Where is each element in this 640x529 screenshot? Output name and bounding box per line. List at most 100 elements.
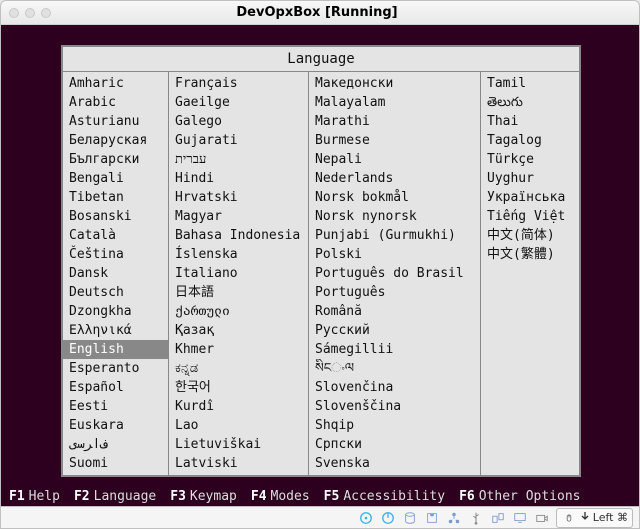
network-icon[interactable] xyxy=(446,510,462,526)
language-item[interactable]: 中文(繁體) xyxy=(481,245,579,264)
host-key-indicator[interactable]: Left ⌘ xyxy=(556,508,633,528)
language-item[interactable]: Ελληνικά xyxy=(63,321,168,340)
language-item[interactable]: English xyxy=(63,340,168,359)
language-item[interactable]: Burmese xyxy=(309,131,480,150)
language-item[interactable]: Hindi xyxy=(169,169,308,188)
language-item[interactable]: སིངංལ xyxy=(309,359,480,378)
usb-icon[interactable] xyxy=(468,510,484,526)
language-item[interactable]: Bosanski xyxy=(63,207,168,226)
language-item[interactable]: Arabic xyxy=(63,93,168,112)
language-item[interactable]: Polski xyxy=(309,245,480,264)
fkey-key: F6 xyxy=(459,489,475,504)
disc-icon[interactable] xyxy=(358,510,374,526)
language-item[interactable]: Tagalog xyxy=(481,131,579,150)
language-item[interactable]: Esperanto xyxy=(63,359,168,378)
language-column: FrançaisGaeilgeGalegoGujaratiעבריתHindiH… xyxy=(169,72,309,475)
language-item[interactable]: Lietuviškai xyxy=(169,435,308,454)
language-item[interactable]: Magyar xyxy=(169,207,308,226)
power-icon[interactable] xyxy=(380,510,396,526)
language-item[interactable]: Galego xyxy=(169,112,308,131)
language-item[interactable]: Türkçe xyxy=(481,150,579,169)
language-item[interactable]: Svenska xyxy=(309,454,480,473)
zoom-icon[interactable] xyxy=(41,8,51,18)
language-item[interactable]: Українська xyxy=(481,188,579,207)
language-item[interactable]: Dzongkha xyxy=(63,302,168,321)
language-item[interactable]: Shqip xyxy=(309,416,480,435)
disk-icon[interactable] xyxy=(402,510,418,526)
language-item[interactable]: Dansk xyxy=(63,264,168,283)
language-item[interactable]: Marathi xyxy=(309,112,480,131)
language-item[interactable]: Македонски xyxy=(309,74,480,93)
language-item[interactable]: Asturianu xyxy=(63,112,168,131)
language-item[interactable]: ﻑﺍﺮﺳی xyxy=(63,435,168,454)
language-item[interactable]: Русский xyxy=(309,321,480,340)
language-item[interactable]: Amharic xyxy=(63,74,168,93)
language-item[interactable]: Беларуская xyxy=(63,131,168,150)
language-item[interactable]: Português do Brasil xyxy=(309,264,480,283)
language-item[interactable]: 日本語 xyxy=(169,283,308,302)
language-item[interactable]: Português xyxy=(309,283,480,302)
language-item[interactable]: Eesti xyxy=(63,397,168,416)
language-item[interactable]: Bengali xyxy=(63,169,168,188)
language-column: TamilతెలుగుThaiTagalogTürkçeUyghurУкраїн… xyxy=(481,72,579,475)
language-item[interactable]: Bahasa Indonesia xyxy=(169,226,308,245)
language-item[interactable]: Slovenčina xyxy=(309,378,480,397)
language-item[interactable]: Hrvatski xyxy=(169,188,308,207)
language-item[interactable]: తెలుగు xyxy=(481,93,579,112)
language-item[interactable]: Sámegillii xyxy=(309,340,480,359)
language-item[interactable]: Gujarati xyxy=(169,131,308,150)
camera-icon[interactable] xyxy=(534,510,550,526)
language-item[interactable]: Català xyxy=(63,226,168,245)
floppy-icon[interactable] xyxy=(424,510,440,526)
language-item[interactable]: Español xyxy=(63,378,168,397)
language-item[interactable]: Deutsch xyxy=(63,283,168,302)
language-item[interactable]: 한국어 xyxy=(169,378,308,397)
language-item[interactable]: Nepali xyxy=(309,150,480,169)
language-item[interactable]: Uyghur xyxy=(481,169,579,188)
language-item[interactable]: Tamil xyxy=(481,74,579,93)
fkey-f6[interactable]: F6Other Options xyxy=(459,489,580,504)
fkey-f5[interactable]: F5Accessibility xyxy=(324,489,445,504)
language-item[interactable]: Lao xyxy=(169,416,308,435)
language-item[interactable]: Қазақ xyxy=(169,321,308,340)
language-item[interactable]: Română xyxy=(309,302,480,321)
language-column: AmharicArabicAsturianuБеларускаяБългарск… xyxy=(63,72,169,475)
language-item[interactable]: עברית xyxy=(169,150,308,169)
share-icon[interactable] xyxy=(490,510,506,526)
language-item[interactable]: Punjabi (Gurmukhi) xyxy=(309,226,480,245)
language-item[interactable]: Tibetan xyxy=(63,188,168,207)
fkey-f4[interactable]: F4Modes xyxy=(251,489,310,504)
language-item[interactable]: Thai xyxy=(481,112,579,131)
language-item[interactable]: Gaeilge xyxy=(169,93,308,112)
language-item[interactable]: Euskara xyxy=(63,416,168,435)
language-item[interactable]: Nederlands xyxy=(309,169,480,188)
language-item[interactable]: Íslenska xyxy=(169,245,308,264)
language-item[interactable]: Khmer xyxy=(169,340,308,359)
minimize-icon[interactable] xyxy=(25,8,35,18)
language-item[interactable]: Italiano xyxy=(169,264,308,283)
fkey-label: Keymap xyxy=(190,489,237,504)
display-icon[interactable] xyxy=(512,510,528,526)
language-item[interactable]: 中文(简体) xyxy=(481,226,579,245)
fkey-label: Accessibility xyxy=(343,489,445,504)
language-item[interactable]: Български xyxy=(63,150,168,169)
language-item[interactable]: Čeština xyxy=(63,245,168,264)
language-item[interactable]: Kurdî xyxy=(169,397,308,416)
mouse-capture-icon xyxy=(561,510,577,526)
language-item[interactable]: Tiếng Việt xyxy=(481,207,579,226)
fkey-f3[interactable]: F3Keymap xyxy=(170,489,237,504)
language-item[interactable]: ಕನ್ನಡ xyxy=(169,359,308,378)
language-item[interactable]: Malayalam xyxy=(309,93,480,112)
fkey-f1[interactable]: F1Help xyxy=(9,489,60,504)
language-item[interactable]: Français xyxy=(169,74,308,93)
language-item[interactable]: Latviski xyxy=(169,454,308,473)
language-item[interactable]: Norsk nynorsk xyxy=(309,207,480,226)
language-item[interactable]: ქართული xyxy=(169,302,308,321)
language-item[interactable]: Slovenščina xyxy=(309,397,480,416)
language-item[interactable]: Norsk bokmål xyxy=(309,188,480,207)
language-item[interactable]: Српски xyxy=(309,435,480,454)
fkey-f2[interactable]: F2Language xyxy=(74,489,156,504)
fkey-key: F1 xyxy=(9,489,25,504)
language-item[interactable]: Suomi xyxy=(63,454,168,473)
close-icon[interactable] xyxy=(9,8,19,18)
